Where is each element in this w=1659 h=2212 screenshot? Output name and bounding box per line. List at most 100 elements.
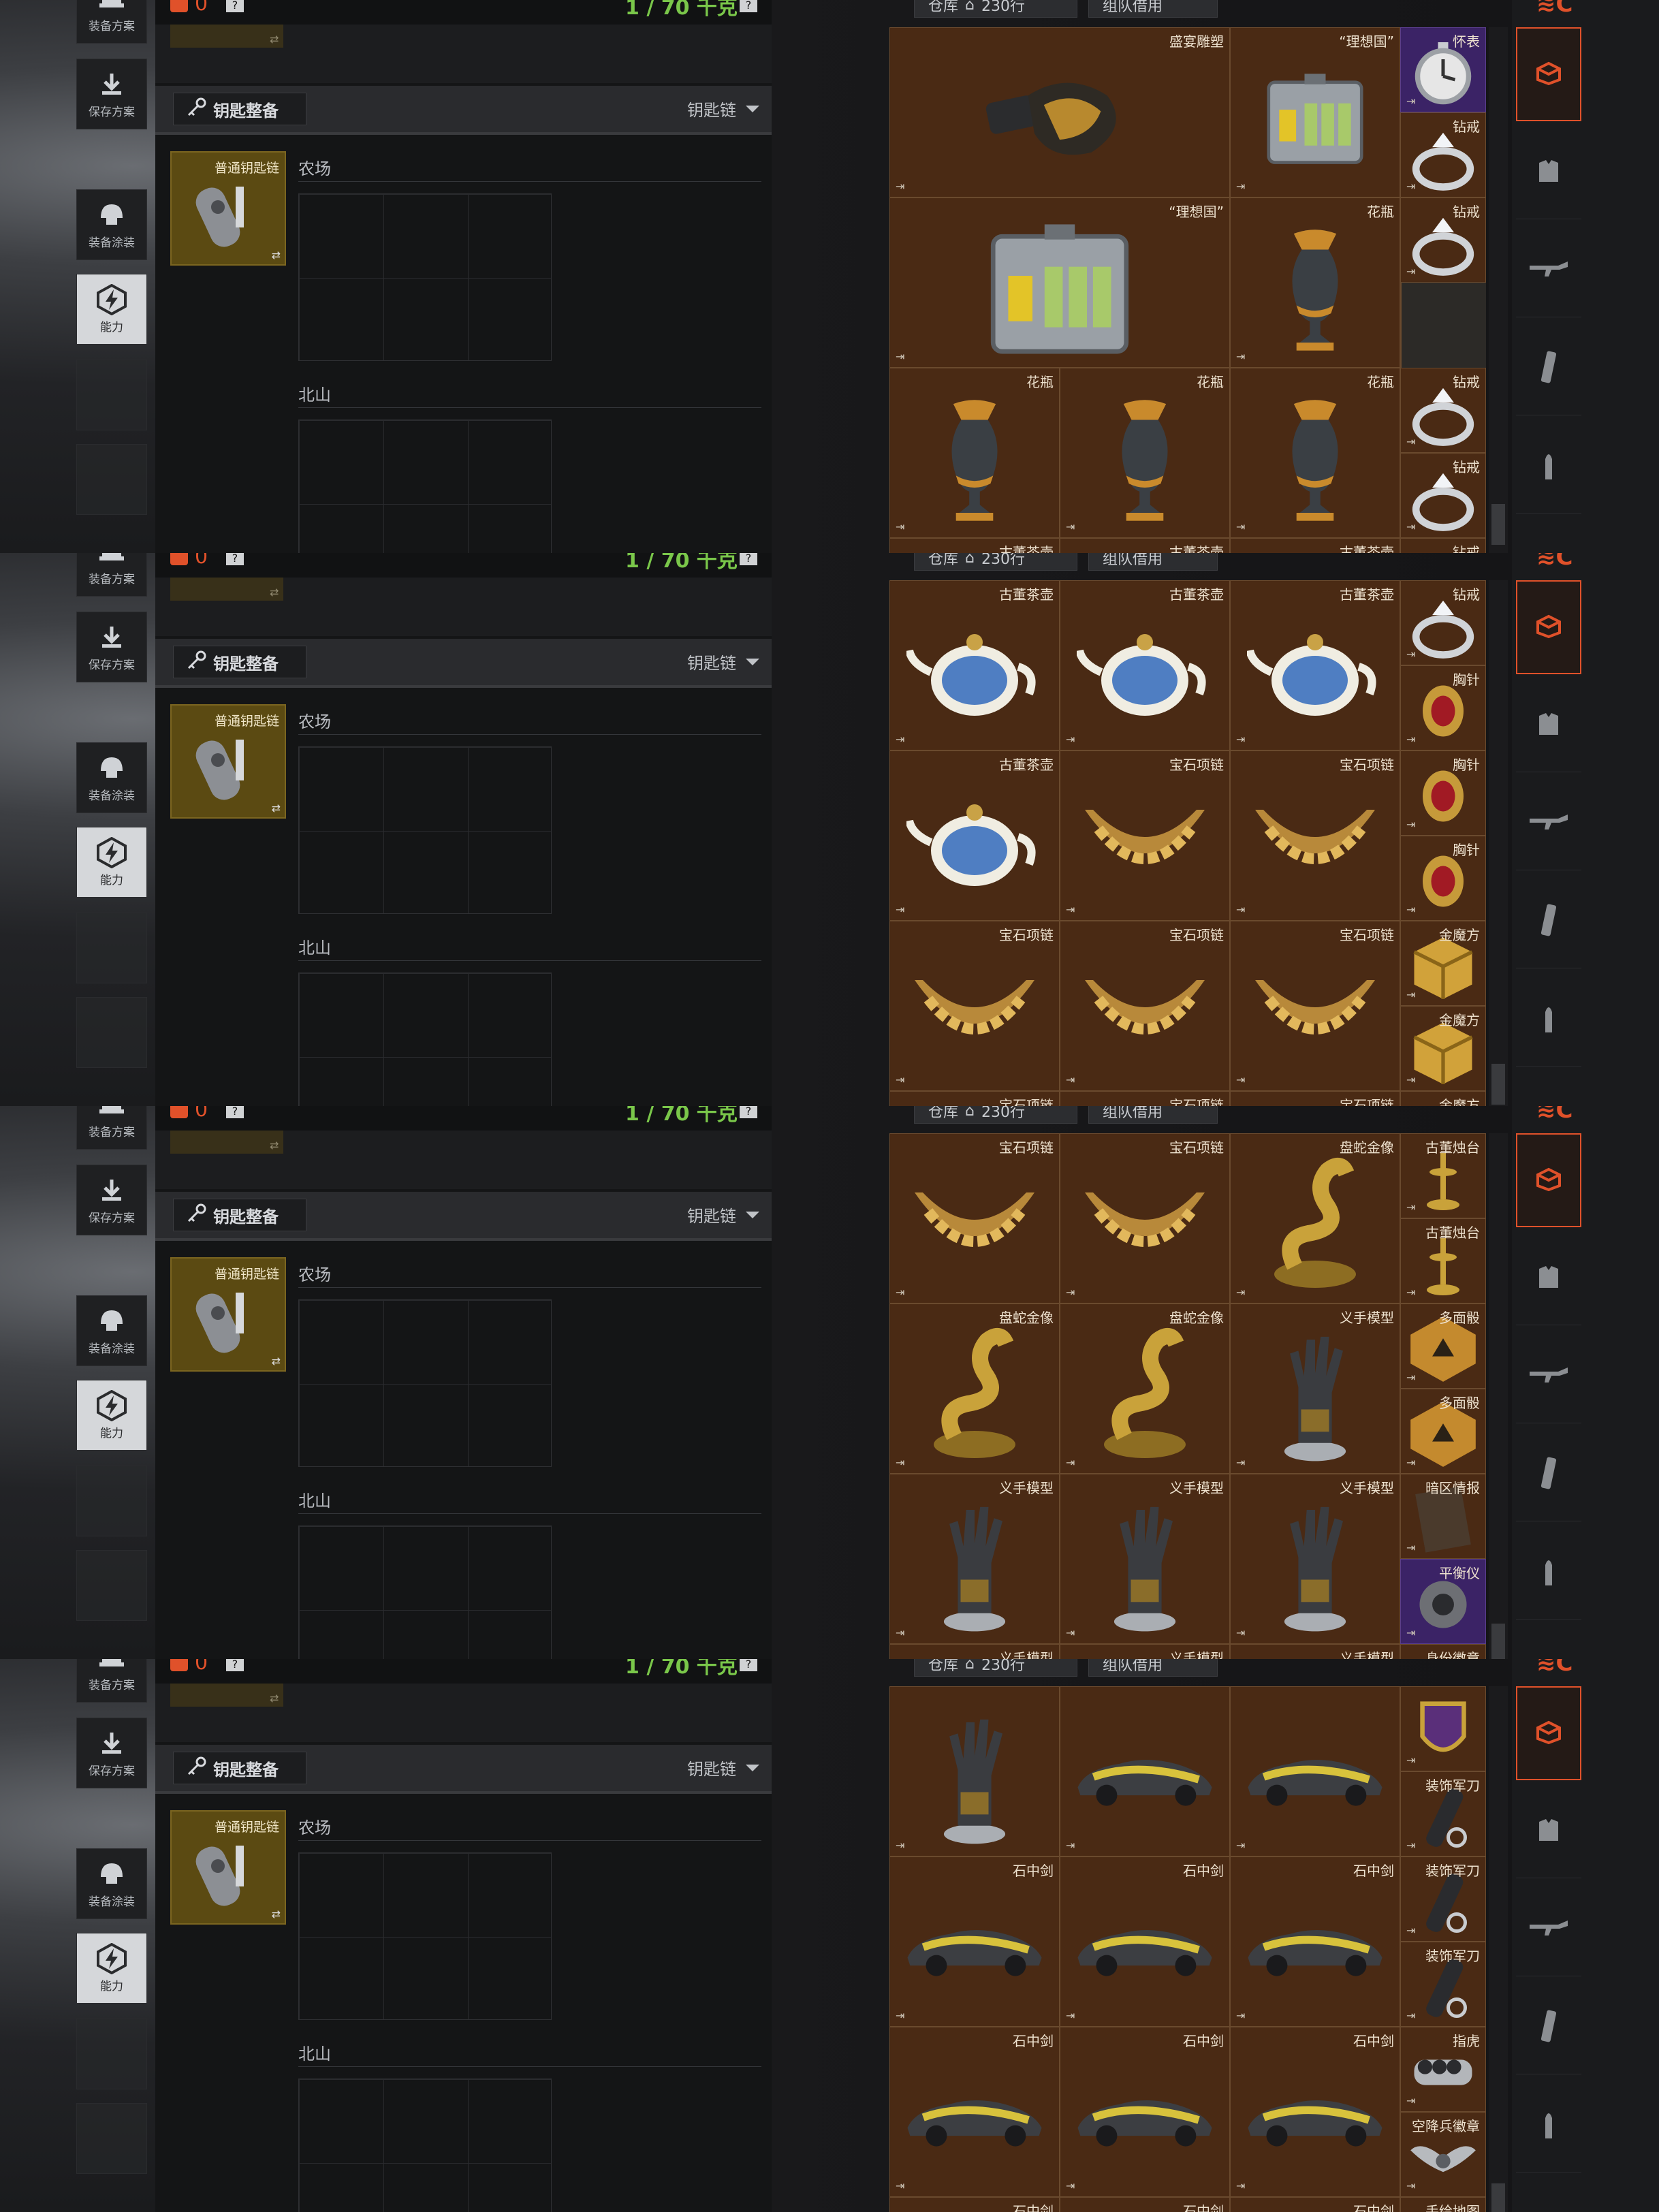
loadout-plan-button[interactable]: 装备方案: [76, 0, 147, 44]
inventory-item[interactable]: 宝石项链 ⇥: [1230, 750, 1400, 921]
category-magazine[interactable]: [1516, 1427, 1581, 1521]
keychain-manage-button[interactable]: 钥匙整备: [173, 93, 306, 125]
inventory-item[interactable]: 石中剑 ⇥: [1060, 1856, 1230, 2027]
tab-team-borrow[interactable]: 组队借用: [1088, 553, 1218, 571]
key-slot-grid[interactable]: [298, 746, 552, 914]
inventory-item[interactable]: 宝石项链 ⇥: [889, 921, 1060, 1091]
category-all[interactable]: [1516, 27, 1581, 121]
equipment-paint-button[interactable]: 装备涂装: [76, 742, 147, 813]
inventory-item[interactable]: 古董茶壶 ⇥: [889, 750, 1060, 921]
category-magazine[interactable]: [1516, 1980, 1581, 2074]
warehouse-scrollbar[interactable]: [1489, 1686, 1508, 2212]
scroll-thumb[interactable]: [1491, 504, 1505, 545]
inventory-item[interactable]: 义手模型: [1230, 1644, 1400, 1659]
category-magazine[interactable]: [1516, 321, 1581, 415]
key-slot-grid[interactable]: [298, 1299, 552, 1467]
inventory-item[interactable]: 胸针 ⇥: [1400, 665, 1486, 750]
loadout-plan-button[interactable]: 装备方案: [76, 553, 147, 597]
save-plan-button[interactable]: 保存方案: [76, 1718, 147, 1788]
category-all[interactable]: [1516, 580, 1581, 674]
tab-warehouse[interactable]: 仓库 ⌂ 230行: [914, 1659, 1077, 1677]
inventory-item[interactable]: 古董烛台 ⇥: [1400, 1218, 1486, 1304]
inventory-item[interactable]: 盘蛇金像 ⇥: [1060, 1304, 1230, 1474]
inventory-item[interactable]: 石中剑: [1230, 2197, 1400, 2212]
help-icon[interactable]: ?: [740, 1659, 757, 1671]
category-weapon[interactable]: [1516, 1329, 1581, 1423]
key-slot-grid[interactable]: [298, 973, 552, 1106]
tab-team-borrow[interactable]: 组队借用: [1088, 0, 1218, 18]
inventory-item[interactable]: 装饰军刀 ⇥: [1400, 1856, 1486, 1942]
keychain-dropdown[interactable]: 钥匙链: [687, 1203, 759, 1227]
inventory-item[interactable]: 钻戒 ⇥: [1400, 580, 1486, 665]
inventory-item[interactable]: ⇥: [889, 1686, 1060, 1856]
category-all[interactable]: [1516, 1686, 1581, 1780]
inventory-item[interactable]: 花瓶 ⇥: [1230, 368, 1400, 538]
inventory-item[interactable]: 义手模型: [889, 1644, 1060, 1659]
inventory-item[interactable]: 多面骰 ⇥: [1400, 1304, 1486, 1389]
equipment-paint-button[interactable]: 装备涂装: [76, 189, 147, 260]
inventory-item[interactable]: ⇥: [1400, 1686, 1486, 1771]
inventory-item[interactable]: 钻戒 ⇥: [1400, 198, 1486, 283]
category-armor[interactable]: [1516, 125, 1581, 219]
inventory-item[interactable]: 钻戒: [1400, 538, 1486, 553]
inventory-item[interactable]: 手绘地图: [1400, 2197, 1486, 2212]
keychain-item[interactable]: 普通钥匙链 ⇄: [170, 151, 286, 266]
help-icon[interactable]: ?: [226, 0, 244, 12]
key-slot-grid[interactable]: [298, 193, 552, 361]
swap-icon[interactable]: ⇄: [272, 1908, 281, 1921]
inventory-item[interactable]: 胸针 ⇥: [1400, 836, 1486, 921]
inventory-item[interactable]: 古董茶壶 ⇥: [889, 580, 1060, 750]
inventory-item[interactable]: “理想国” ⇥: [1230, 27, 1400, 198]
help-icon[interactable]: ?: [740, 0, 757, 12]
loadout-plan-button[interactable]: 装备方案: [76, 1659, 147, 1703]
sort-icon[interactable]: ≋C: [1536, 1106, 1573, 1124]
inventory-item[interactable]: ⇥: [1230, 1686, 1400, 1856]
save-plan-button[interactable]: 保存方案: [76, 612, 147, 682]
keychain-dropdown[interactable]: 钥匙链: [687, 650, 759, 674]
category-weapon[interactable]: [1516, 1882, 1581, 1976]
equipment-paint-button[interactable]: 装备涂装: [76, 1848, 147, 1919]
inventory-item[interactable]: ⇥: [1060, 1686, 1230, 1856]
equipment-paint-button[interactable]: 装备涂装: [76, 1295, 147, 1366]
key-slot-grid[interactable]: [298, 1526, 552, 1659]
inventory-item[interactable]: 石中剑 ⇥: [889, 1856, 1060, 2027]
inventory-item[interactable]: 身份徽章: [1400, 1644, 1486, 1659]
inventory-item[interactable]: 指虎 ⇥: [1400, 2027, 1486, 2112]
inventory-item[interactable]: “理想国” ⇥: [889, 198, 1230, 368]
inventory-item[interactable]: 古董茶壶: [1230, 538, 1400, 553]
inventory-item[interactable]: 石中剑 ⇥: [1230, 1856, 1400, 2027]
inventory-item[interactable]: 石中剑: [1060, 2197, 1230, 2212]
inventory-item[interactable]: 盘蛇金像 ⇥: [1230, 1133, 1400, 1304]
inventory-item[interactable]: 古董茶壶 ⇥: [1230, 580, 1400, 750]
inventory-item[interactable]: 石中剑 ⇥: [889, 2027, 1060, 2197]
category-ammo[interactable]: [1516, 1526, 1581, 1620]
keychain-item[interactable]: 普通钥匙链 ⇄: [170, 1810, 286, 1925]
inventory-item[interactable]: 花瓶 ⇥: [889, 368, 1060, 538]
category-armor[interactable]: [1516, 1231, 1581, 1325]
category-all[interactable]: [1516, 1133, 1581, 1227]
category-armor[interactable]: [1516, 678, 1581, 772]
inventory-item[interactable]: 装饰军刀 ⇥: [1400, 1942, 1486, 2027]
keychain-dropdown[interactable]: 钥匙链: [687, 1756, 759, 1780]
ability-button[interactable]: 能力: [76, 1933, 147, 2004]
inventory-item[interactable]: 古董茶壶 ⇥: [1060, 580, 1230, 750]
inventory-item[interactable]: 宝石项链: [889, 1091, 1060, 1106]
inventory-item[interactable]: 盘蛇金像 ⇥: [889, 1304, 1060, 1474]
inventory-item[interactable]: 花瓶 ⇥: [1060, 368, 1230, 538]
inventory-item[interactable]: 古董茶壶: [1060, 538, 1230, 553]
help-icon[interactable]: ?: [740, 553, 757, 565]
inventory-item[interactable]: 宝石项链 ⇥: [1060, 750, 1230, 921]
save-plan-button[interactable]: 保存方案: [76, 1165, 147, 1235]
inventory-item[interactable]: 宝石项链 ⇥: [1060, 1133, 1230, 1304]
key-slot-grid[interactable]: [298, 1852, 552, 2020]
scroll-thumb[interactable]: [1491, 2183, 1505, 2212]
inventory-item[interactable]: 钻戒 ⇥: [1400, 112, 1486, 198]
help-icon[interactable]: ?: [740, 1106, 757, 1118]
sort-icon[interactable]: ≋C: [1536, 553, 1573, 571]
inventory-item[interactable]: 宝石项链 ⇥: [1060, 921, 1230, 1091]
item-slot[interactable]: [170, 25, 283, 48]
tab-warehouse[interactable]: 仓库 ⌂ 230行: [914, 0, 1077, 18]
keychain-item[interactable]: 普通钥匙链 ⇄: [170, 1257, 286, 1372]
help-icon[interactable]: ?: [226, 1659, 244, 1671]
swap-icon[interactable]: ⇄: [272, 802, 281, 815]
